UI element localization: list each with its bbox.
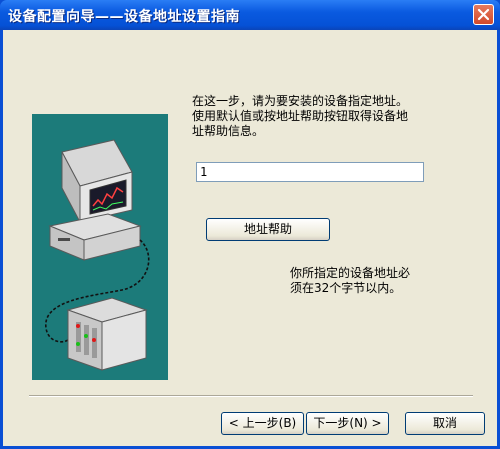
button-divider bbox=[29, 395, 473, 397]
address-limit-note: 你所指定的设备地址必 须在32个字节以内。 bbox=[290, 266, 411, 295]
close-icon bbox=[477, 8, 490, 21]
close-button[interactable] bbox=[473, 4, 494, 25]
back-button[interactable]: < 上一步(B) bbox=[221, 412, 304, 435]
window-title: 设备配置向导——设备地址设置指南 bbox=[8, 9, 240, 25]
instruction-text: 在这一步，请为要安装的设备指定地址。 使用默认值或按地址帮助按钮取得设备地 址帮… bbox=[192, 94, 409, 138]
cancel-button[interactable]: 取消 bbox=[405, 412, 485, 435]
device-illustration bbox=[32, 114, 168, 380]
address-help-button[interactable]: 地址帮助 bbox=[206, 218, 330, 241]
device-address-input[interactable] bbox=[196, 162, 424, 182]
computer-device-icon bbox=[45, 139, 150, 371]
next-button[interactable]: 下一步(N) > bbox=[306, 412, 389, 435]
wizard-window: 设备配置向导——设备地址设置指南 在这一步，请为要安装的设备指定地址。 使用默认… bbox=[0, 0, 500, 449]
title-bar: 设备配置向导——设备地址设置指南 bbox=[0, 0, 500, 30]
dialog-client-area: 在这一步，请为要安装的设备指定地址。 使用默认值或按地址帮助按钮取得设备地 址帮… bbox=[3, 30, 497, 446]
